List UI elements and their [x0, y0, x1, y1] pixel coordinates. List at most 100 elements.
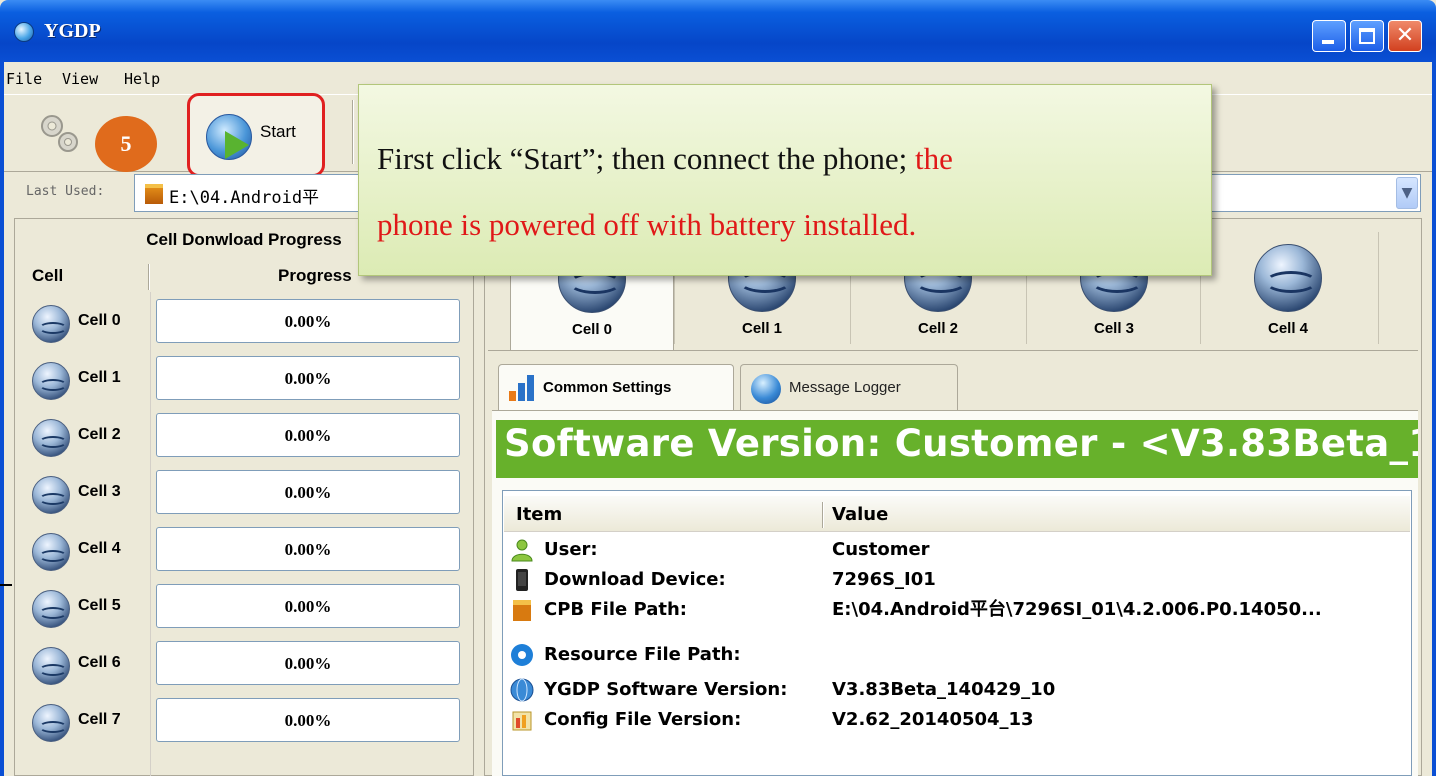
column-header-value[interactable]: Value	[832, 498, 888, 532]
tab-message-logger[interactable]: Message Logger	[740, 364, 958, 410]
item-label: User:	[544, 539, 598, 560]
cell-globe-icon	[32, 704, 70, 742]
chevron-down-icon: ▼	[1401, 185, 1413, 201]
tab-label: Message Logger	[789, 379, 901, 396]
app-globe-icon	[14, 22, 34, 42]
column-header-cell[interactable]: Cell	[32, 260, 63, 292]
table-row[interactable]: Resource File Path:	[510, 640, 1412, 670]
menu-help[interactable]: Help	[124, 70, 160, 88]
menu-view[interactable]: View	[62, 70, 98, 88]
cell-progress-row: Cell 1 0.00%	[14, 352, 474, 409]
cell-progress-row: Cell 6 0.00%	[14, 637, 474, 694]
maximize-icon	[1359, 28, 1375, 44]
item-label: Config File Version:	[544, 709, 742, 730]
menu-file[interactable]: File	[6, 70, 42, 88]
item-value: V2.62_20140504_13	[832, 709, 1034, 730]
cpb-file-icon	[145, 184, 163, 204]
table-row[interactable]: YGDP Software Version: V3.83Beta_140429_…	[510, 675, 1412, 705]
step-number-badge: 5	[95, 116, 157, 172]
table-row[interactable]: Download Device: 7296S_I01	[510, 565, 1412, 595]
tab-label: Common Settings	[543, 379, 672, 396]
tab-cell-4[interactable]: Cell 4	[1206, 226, 1370, 350]
disc-icon	[511, 644, 533, 666]
column-separator[interactable]	[822, 502, 824, 528]
cell-name: Cell 3	[78, 483, 121, 500]
settings-gear-icon[interactable]	[36, 110, 82, 156]
start-button[interactable]: Start	[187, 93, 325, 177]
table-row[interactable]: User: Customer	[510, 535, 1412, 565]
item-value: V3.83Beta_140429_10	[832, 679, 1056, 700]
table-row[interactable]: CPB File Path: E:\04.Android平台\7296SI_01…	[510, 595, 1412, 625]
item-value: 7296S_I01	[832, 569, 936, 590]
table-row[interactable]: Config File Version: V2.62_20140504_13	[510, 705, 1412, 735]
config-icon	[512, 711, 532, 731]
item-label: CPB File Path:	[544, 599, 687, 620]
cell-globe-icon	[32, 305, 70, 343]
close-icon: ✕	[1395, 23, 1415, 48]
file-icon	[513, 600, 531, 621]
title-bar[interactable]: YGDP ✕	[0, 0, 1436, 62]
edge-marker	[0, 584, 12, 586]
window-frame-right	[1432, 94, 1436, 776]
cell-progress-value: 0.00%	[156, 641, 460, 685]
cell-progress-value: 0.00%	[156, 413, 460, 457]
cell-globe-icon	[32, 590, 70, 628]
last-used-label: Last Used:	[26, 184, 105, 199]
cell-progress-value: 0.00%	[156, 356, 460, 400]
item-value: Customer	[832, 539, 930, 560]
tab-divider	[1378, 232, 1379, 344]
column-header-item[interactable]: Item	[516, 498, 562, 532]
close-button[interactable]: ✕	[1388, 20, 1422, 52]
callout-line-2: phone is powered off with battery instal…	[377, 207, 917, 242]
cell-globe-icon	[32, 362, 70, 400]
combo-dropdown-button[interactable]: ▼	[1396, 177, 1418, 209]
logger-globe-icon	[751, 374, 781, 404]
cell-name: Cell 6	[78, 654, 121, 671]
cell-globe-icon	[32, 533, 70, 571]
table-header-band	[504, 496, 1410, 532]
cell-name: Cell 1	[78, 369, 121, 386]
globe-icon	[510, 678, 534, 702]
item-label: Resource File Path:	[544, 644, 741, 665]
cell-progress-row: Cell 2 0.00%	[14, 409, 474, 466]
tab-label: Cell 1	[741, 320, 783, 337]
cell-progress-value: 0.00%	[156, 527, 460, 571]
cell-progress-row: Cell 0 0.00%	[14, 295, 474, 352]
window-frame-left	[0, 94, 4, 776]
cell-progress-value: 0.00%	[156, 470, 460, 514]
cell-globe-icon	[1254, 244, 1322, 312]
user-icon	[511, 539, 533, 562]
column-header-progress[interactable]: Progress	[278, 260, 352, 292]
cell-progress-value: 0.00%	[156, 299, 460, 343]
cell-name: Cell 7	[78, 711, 121, 728]
software-version-banner: Software Version: Customer - <V3.83Beta_…	[496, 420, 1418, 478]
tab-label: Cell 0	[571, 321, 613, 338]
minimize-button[interactable]	[1312, 20, 1346, 52]
phone-icon	[516, 569, 528, 591]
cell-globe-icon	[32, 647, 70, 685]
column-separator[interactable]	[148, 264, 150, 290]
cell-globe-icon	[32, 476, 70, 514]
cell-progress-row: Cell 4 0.00%	[14, 523, 474, 580]
cell-name: Cell 0	[78, 312, 121, 329]
cell-globe-icon	[32, 419, 70, 457]
callout-text-black: First click “Start”; then connect the ph…	[377, 141, 916, 176]
tab-label: Cell 3	[1093, 320, 1135, 337]
tab-label: Cell 4	[1267, 320, 1309, 337]
tab-common-settings[interactable]: Common Settings	[498, 364, 734, 410]
minimize-icon	[1322, 40, 1334, 44]
cell-name: Cell 5	[78, 597, 121, 614]
cell-progress-value: 0.00%	[156, 698, 460, 742]
tab-label: Cell 2	[917, 320, 959, 337]
cell-name: Cell 2	[78, 426, 121, 443]
maximize-button[interactable]	[1350, 20, 1384, 52]
window-title: YGDP	[44, 20, 101, 42]
bar-chart-icon	[509, 375, 535, 401]
cell-progress-row: Cell 7 0.00%	[14, 694, 474, 751]
cell-progress-row: Cell 3 0.00%	[14, 466, 474, 523]
item-label: Download Device:	[544, 569, 726, 590]
start-button-label: Start	[260, 122, 296, 141]
callout-line-1: First click “Start”; then connect the ph…	[377, 141, 953, 177]
last-used-path-value: E:\04.Android平	[169, 188, 320, 208]
cell-name: Cell 4	[78, 540, 121, 557]
